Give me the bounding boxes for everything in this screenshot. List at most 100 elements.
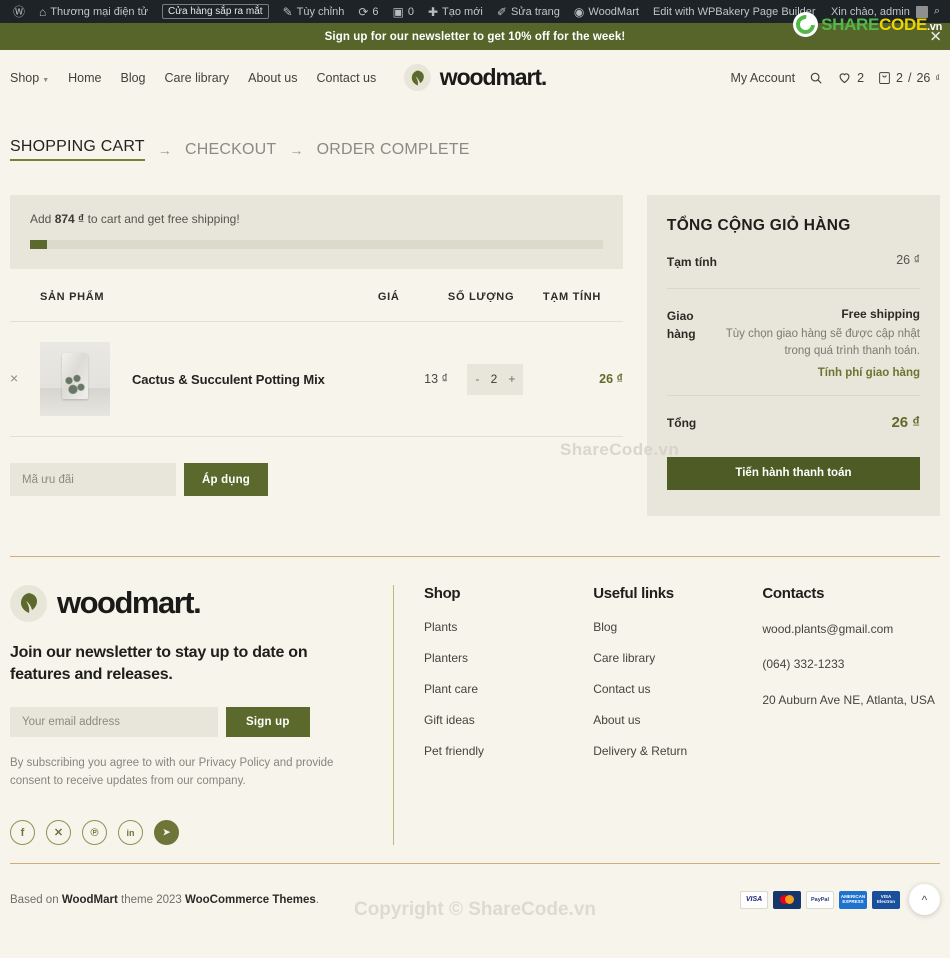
product-name-link[interactable]: Cactus & Succulent Potting Mix — [132, 372, 325, 387]
list-item: Care library — [593, 651, 762, 665]
signup-button[interactable]: Sign up — [226, 706, 310, 737]
woodmart-icon: ◉ — [573, 4, 585, 19]
admin-bar-woodmart[interactable]: ◉ WoodMart — [567, 0, 646, 23]
pinterest-icon[interactable]: ℗ — [82, 820, 107, 846]
nav-item-blog[interactable]: Blog — [120, 71, 145, 85]
admin-bar-site-name[interactable]: ⌂ Thương mại điện tử — [32, 0, 155, 23]
my-account-link[interactable]: My Account — [730, 71, 795, 85]
total-row: Tổng 26 ₫ — [667, 396, 920, 441]
telegram-icon[interactable]: ➤ — [154, 820, 179, 846]
site-header: Shop ▼ Home Blog Care library About us Co… — [0, 50, 950, 105]
x-twitter-icon[interactable]: ✕ — [46, 820, 71, 846]
coming-soon-chip: Cửa hàng sắp ra mắt — [162, 4, 269, 19]
footer-column-useful-links: Useful links Blog Care library Contact u… — [593, 585, 762, 846]
leaf-logo-icon — [403, 64, 431, 91]
contact-phone[interactable]: (064) 332-1233 — [762, 657, 844, 671]
watermark-code: CODE — [879, 14, 927, 34]
footer-link-plant-care[interactable]: Plant care — [424, 682, 478, 696]
footer-link-pet-friendly[interactable]: Pet friendly — [424, 744, 484, 758]
list-item: Contact us — [593, 682, 762, 696]
footer-vertical-divider — [393, 584, 394, 846]
header-product: SẢN PHẨM — [40, 291, 378, 322]
quantity-decrease-button[interactable]: - — [475, 372, 479, 386]
new-content-label: Tạo mới — [442, 5, 483, 18]
scroll-to-top-button[interactable]: ^ — [909, 884, 940, 916]
remove-item-button[interactable]: × — [10, 370, 18, 386]
footer-link-care-library[interactable]: Care library — [593, 651, 655, 665]
admin-bar-new-content[interactable]: ✚ Tạo mới — [421, 0, 490, 23]
footer-link-delivery-return[interactable]: Delivery & Return — [593, 744, 687, 758]
contact-email[interactable]: wood.plants@gmail.com — [762, 622, 893, 636]
shipping-label: Giao hàng — [666, 308, 696, 342]
arrow-right-icon: → — [157, 141, 172, 158]
promo-text: Sign up for our newsletter to get 10% of… — [324, 30, 626, 43]
footer-link-columns: Shop Plants Planters Plant care Gift ide… — [424, 585, 940, 846]
calculate-shipping-link[interactable]: Tính phí giao hàng — [719, 367, 920, 379]
nav-item-home[interactable]: Home — [68, 71, 101, 85]
proceed-to-checkout-button[interactable]: Tiến hành thanh toán — [666, 456, 920, 490]
edit-icon: ✐ — [496, 4, 507, 19]
admin-bar-wordpress-logo[interactable]: Ⓦ — [6, 0, 32, 23]
list-item: Pet friendly — [424, 744, 593, 758]
footer-link-plants[interactable]: Plants — [424, 620, 457, 634]
facebook-icon[interactable]: f — [10, 820, 35, 846]
copyright-mid: theme 2023 — [121, 893, 182, 906]
list-item: Plant care — [424, 682, 593, 696]
comments-icon: ▣ — [392, 4, 404, 19]
free-shipping-text: Add 874 ₫ to cart and get free shipping! — [30, 212, 603, 226]
copyright-text: Based on WoodMart theme 2023 WooCommerce… — [10, 894, 319, 906]
list-item: 20 Auburn Ave NE, Atlanta, USA — [762, 693, 935, 707]
cell-product: Cactus & Succulent Potting Mix — [40, 321, 378, 437]
footer-column-title: Useful links — [593, 584, 674, 602]
quantity-input[interactable]: 2 — [491, 372, 498, 386]
nav-item-shop[interactable]: Shop ▼ — [10, 71, 49, 85]
wordpress-icon: Ⓦ — [13, 4, 26, 19]
shipping-details: Free shipping Tùy chọn giao hàng sẽ được… — [719, 307, 920, 380]
list-item: Delivery & Return — [593, 744, 762, 758]
footer-link-planters[interactable]: Planters — [424, 651, 468, 665]
quantity-increase-button[interactable]: + — [508, 372, 515, 386]
admin-bar-customize[interactable]: ✎ Tùy chỉnh — [276, 0, 352, 23]
footer-link-gift-ideas[interactable]: Gift ideas — [424, 713, 475, 727]
list-item: Blog — [593, 620, 762, 634]
site-logo[interactable]: woodmart. — [403, 64, 547, 91]
email-field[interactable] — [10, 706, 218, 737]
cart-total: 26 — [916, 70, 931, 85]
footer-logo[interactable]: woodmart. — [10, 584, 363, 622]
cart-button[interactable]: 2 / 26 ₫ — [878, 70, 940, 85]
sharecode-ring-icon — [792, 11, 819, 38]
step-shopping-cart[interactable]: SHOPPING CART — [10, 138, 145, 161]
nav-item-about-us[interactable]: About us — [248, 71, 297, 85]
footer-link-about-us[interactable]: About us — [593, 713, 640, 727]
header-actions: My Account 2 2 / 26 ₫ — [730, 70, 940, 85]
step-checkout[interactable]: CHECKOUT — [185, 141, 276, 159]
apply-coupon-button[interactable]: Áp dụng — [184, 463, 269, 496]
product-thumbnail[interactable] — [40, 342, 110, 416]
admin-bar-comments[interactable]: ▣ 0 — [386, 0, 421, 23]
free-shipping-suffix: to cart and get free shipping! — [87, 212, 240, 226]
admin-bar-updates[interactable]: ⟳ 6 — [351, 0, 385, 23]
step-order-complete[interactable]: ORDER COMPLETE — [317, 141, 470, 159]
nav-item-contact-us[interactable]: Contact us — [316, 71, 376, 85]
nav-item-care-library[interactable]: Care library — [165, 71, 230, 85]
quantity-stepper[interactable]: - 2 + — [467, 363, 524, 395]
product-subtotal: 26 ₫ — [599, 372, 623, 386]
linkedin-icon[interactable]: in — [118, 820, 143, 846]
admin-bar-coming-soon[interactable]: Cửa hàng sắp ra mắt — [155, 0, 276, 23]
footer-link-blog[interactable]: Blog — [593, 620, 617, 634]
subtotal-label: Tạm tính — [666, 255, 717, 269]
coupon-input[interactable] — [10, 463, 176, 496]
edit-page-label: Sửa trang — [510, 5, 560, 18]
main-navigation: Shop ▼ Home Blog Care library About us Co… — [10, 71, 376, 85]
admin-bar-edit-page[interactable]: ✐ Sửa trang — [490, 0, 567, 23]
copyright-brand: WoodMart — [61, 893, 118, 906]
footer-link-contact-us[interactable]: Contact us — [593, 682, 650, 696]
wishlist-button[interactable]: 2 — [837, 70, 864, 85]
visa-icon: VISA — [740, 890, 768, 909]
site-icon: ⌂ — [39, 4, 47, 19]
cart-table-header-row: SẢN PHẨM GIÁ SỐ LƯỢNG TẠM TÍNH — [10, 291, 623, 322]
search-icon[interactable] — [809, 71, 823, 85]
header-remove — [10, 291, 40, 322]
paypal-icon: PayPal — [806, 890, 834, 909]
copyright-brand-2: WooCommerce Themes — [184, 893, 316, 906]
